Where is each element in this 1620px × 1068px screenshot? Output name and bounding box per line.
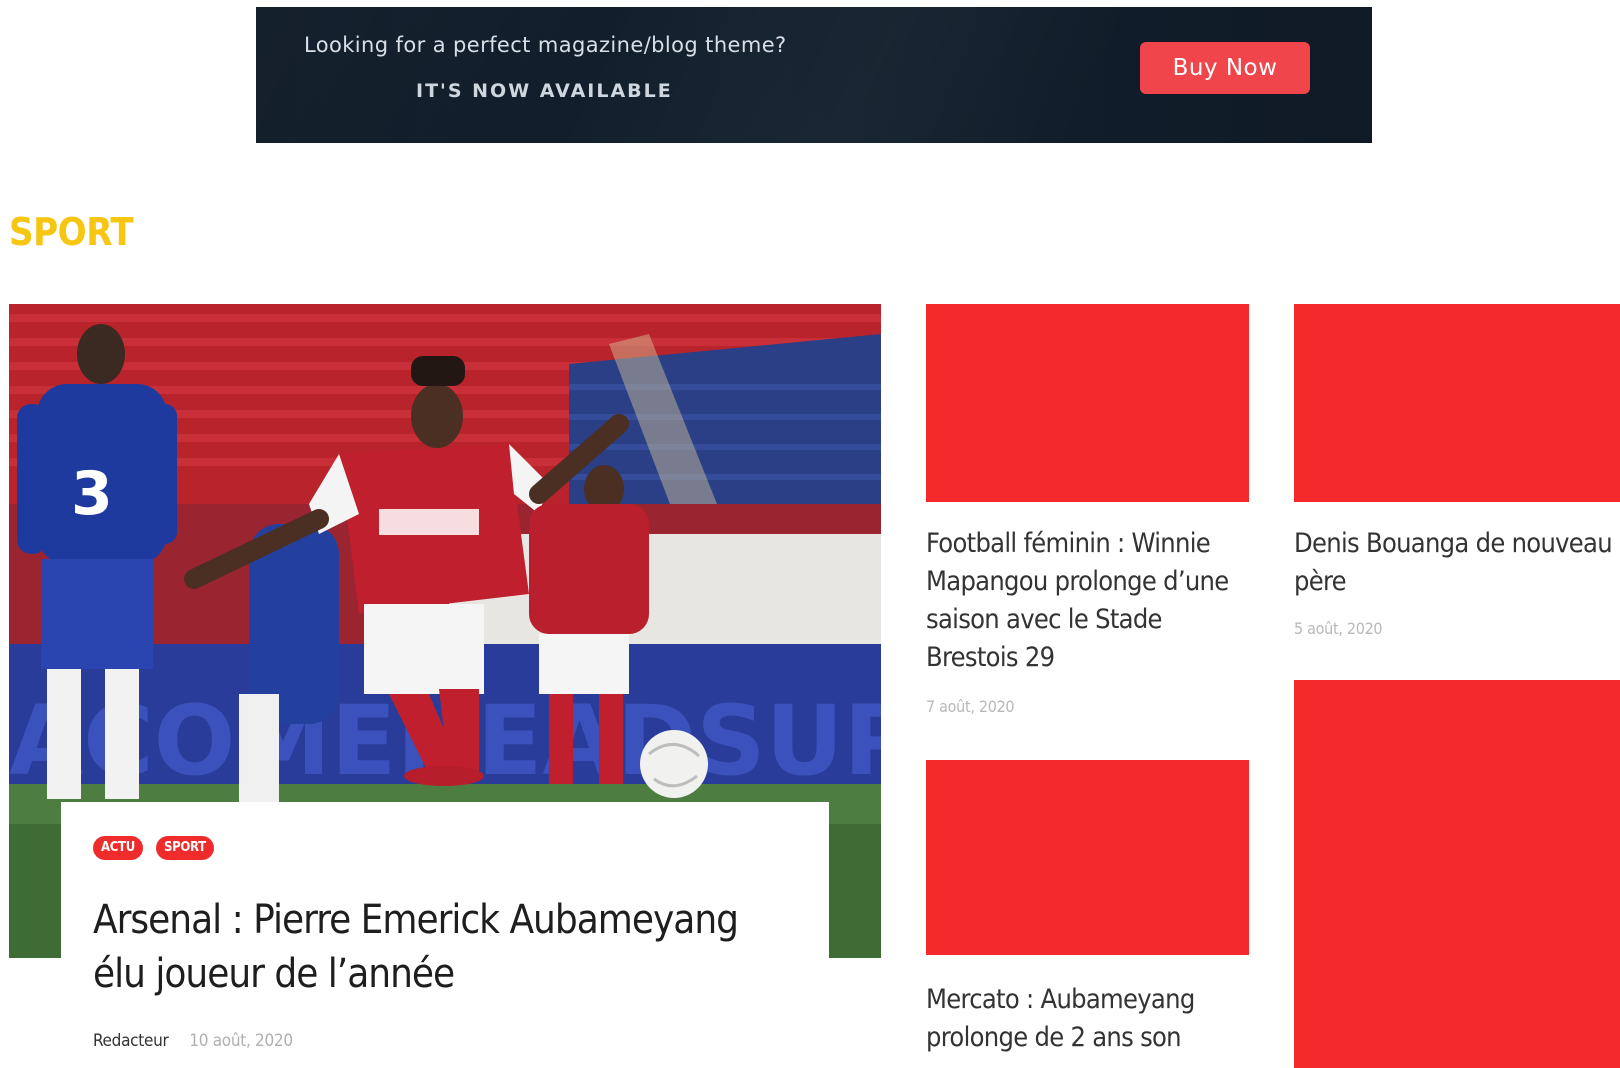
article-title[interactable]: Mercato : Aubameyang prolonge de 2 ans s… (926, 981, 1256, 1057)
article-thumbnail[interactable] (1294, 304, 1620, 502)
featured-article-meta: Redacteur 10 août, 2020 (93, 1031, 293, 1051)
article-date: 10 août, 2020 (189, 1031, 293, 1051)
category-badge-sport[interactable]: SPORT (156, 836, 214, 860)
article-title[interactable]: Denis Bouanga de nouveau père (1294, 525, 1614, 601)
svg-text:3: 3 (71, 459, 113, 529)
article-date: 7 août, 2020 (926, 697, 1015, 716)
article-author[interactable]: Redacteur (93, 1031, 169, 1051)
banner-subtitle: IT'S NOW AVAILABLE (416, 80, 673, 102)
article-date: 5 août, 2020 (1294, 619, 1383, 638)
category-badge-actu[interactable]: ACTU (93, 836, 143, 860)
article-thumbnail[interactable] (926, 304, 1249, 502)
featured-article-title[interactable]: Arsenal : Pierre Emerick Aubameyang élu … (93, 893, 783, 1001)
article-title[interactable]: Football féminin : Winnie Mapangou prolo… (926, 525, 1256, 677)
banner-tagline: Looking for a perfect magazine/blog them… (304, 33, 787, 57)
buy-now-button[interactable]: Buy Now (1140, 42, 1310, 94)
article-thumbnail[interactable] (1294, 680, 1620, 1068)
article-thumbnail[interactable] (926, 760, 1249, 955)
section-title: SPORT (9, 210, 134, 254)
promo-banner[interactable]: Looking for a perfect magazine/blog them… (256, 7, 1372, 143)
